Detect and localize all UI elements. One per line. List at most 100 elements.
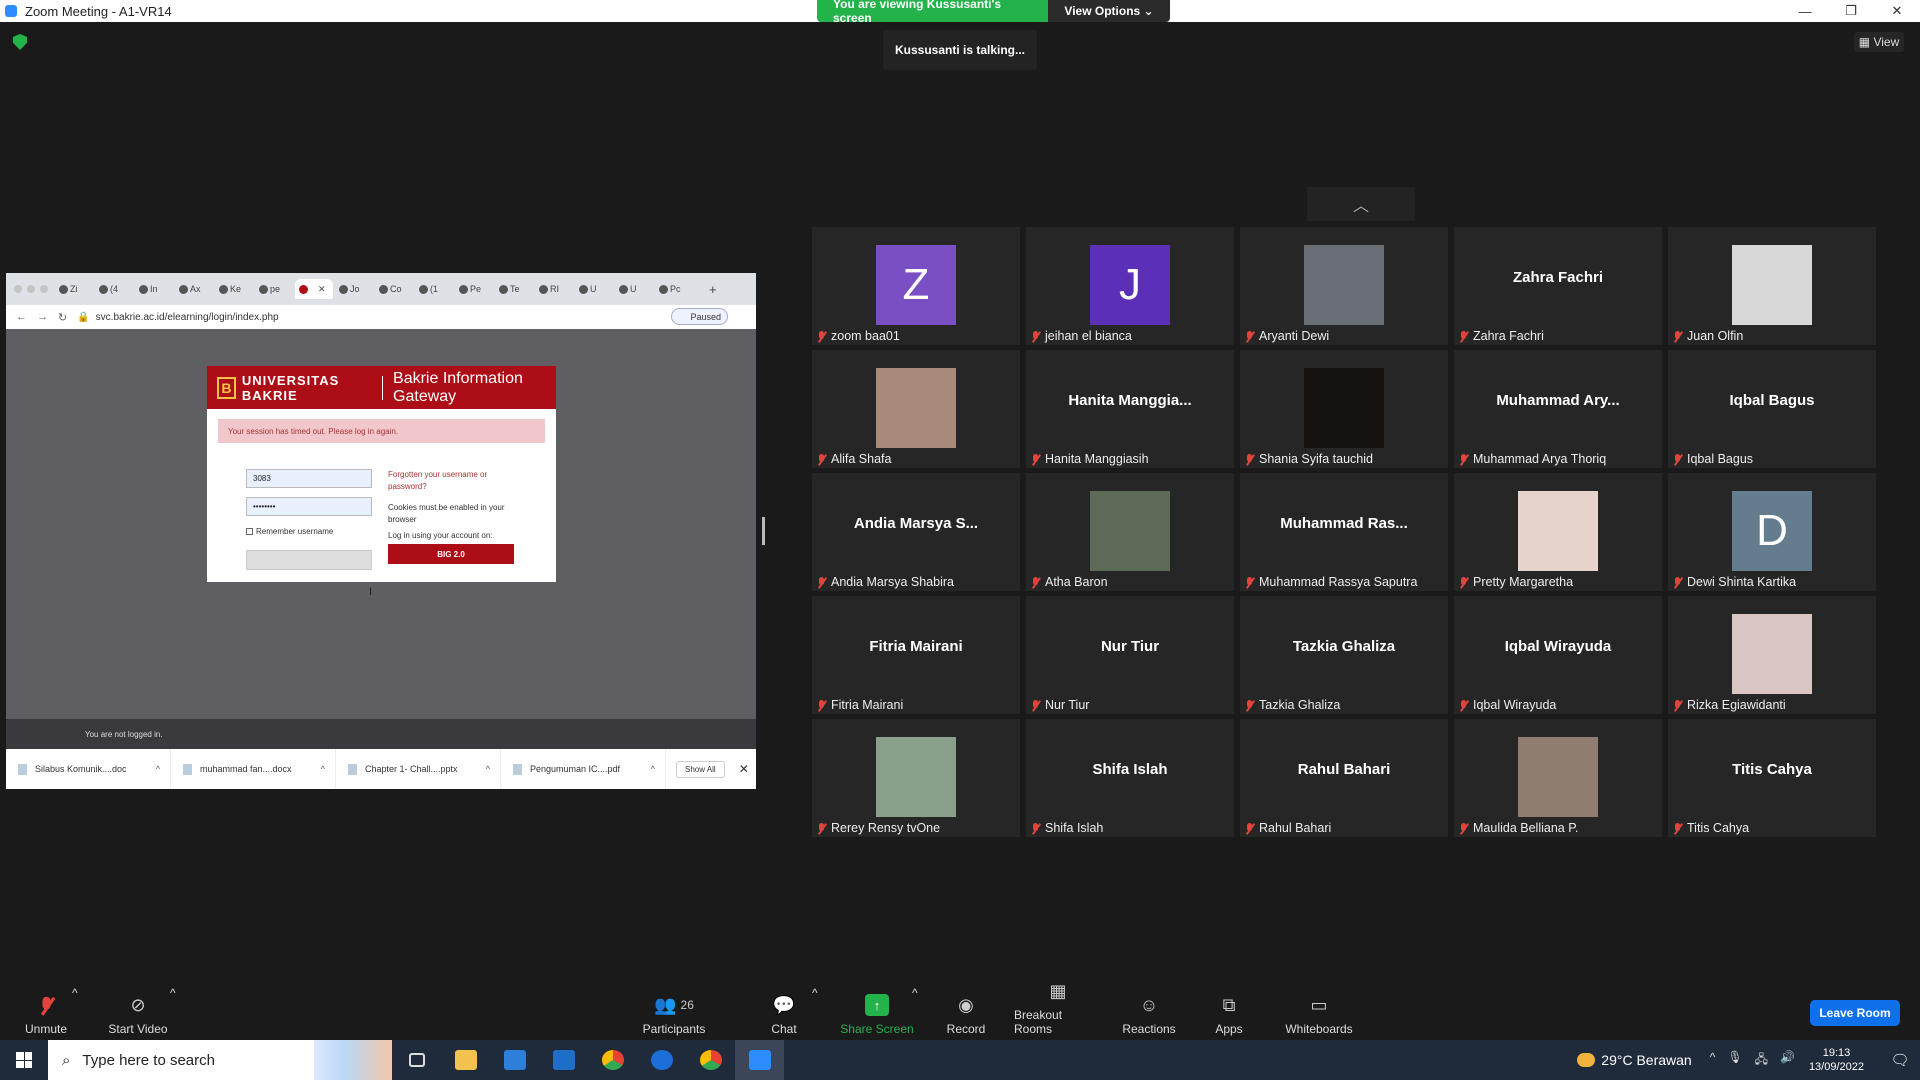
whiteboards-button[interactable]: ▭ Whiteboards [1284,984,1354,1040]
remember-checkbox[interactable] [246,528,253,535]
participant-tile[interactable]: Aryanti Dewi [1240,227,1448,345]
browser-tab[interactable]: pe [255,279,293,299]
participant-tile[interactable]: Rizka Egiawidanti [1668,596,1876,714]
gallery-page-up-icon[interactable]: ︿ [1307,187,1415,221]
show-all-button[interactable]: Show All [676,760,725,778]
tray-chevron-icon[interactable]: ^ [1710,1050,1716,1071]
browser-tab[interactable]: Jo [335,279,373,299]
restore-icon[interactable]: ❐ [1828,0,1874,22]
download-item[interactable]: Chapter 1- Chall....pptx ^ [336,749,501,789]
participant-tile[interactable]: Maulida Belliana P. [1454,719,1662,837]
participant-tile[interactable]: Titis Cahya Titis Cahya [1668,719,1876,837]
video-options-caret-icon[interactable]: ^ [170,984,176,1004]
unmute-button[interactable]: Unmute [20,984,72,1040]
participants-button[interactable]: 👥 26 Participants [640,984,708,1040]
teamviewer-icon[interactable] [637,1040,686,1080]
volume-icon[interactable]: 🔊 [1780,1050,1795,1071]
participant-tile[interactable]: Rahul Bahari Rahul Bahari [1240,719,1448,837]
chat-caret-icon[interactable]: ^ [812,984,818,1004]
participant-tile[interactable]: Iqbal Bagus Iqbal Bagus [1668,350,1876,468]
participant-tile[interactable]: Pretty Margaretha [1454,473,1662,591]
participant-tile[interactable]: Alifa Shafa [812,350,1020,468]
participant-tile[interactable]: Muhammad Ras... Muhammad Rassya Saputra [1240,473,1448,591]
participant-tile[interactable]: Hanita Manggia... Hanita Manggiasih [1026,350,1234,468]
start-button[interactable] [0,1040,48,1080]
start-video-button[interactable]: ⊘ Start Video [106,984,170,1040]
participant-tile[interactable]: Zahra Fachri Zahra Fachri [1454,227,1662,345]
browser-tab[interactable]: RI [535,279,573,299]
view-options-button[interactable]: View Options ⌄ [1048,0,1170,22]
store-icon[interactable] [490,1040,539,1080]
view-button[interactable]: ▦ View [1854,32,1904,52]
participant-tile[interactable]: Atha Baron [1026,473,1234,591]
download-item[interactable]: Silabus Komunik....doc ^ [6,749,171,789]
participant-tile[interactable]: Andia Marsya S... Andia Marsya Shabira [812,473,1020,591]
file-explorer-icon[interactable] [441,1040,490,1080]
browser-tab[interactable]: U [575,279,613,299]
audio-options-caret-icon[interactable]: ^ [72,984,78,1004]
participant-tile[interactable]: D Dewi Shinta Kartika [1668,473,1876,591]
browser-tab[interactable]: Te [495,279,533,299]
reactions-button[interactable]: ☺ Reactions [1122,984,1176,1040]
network-icon[interactable]: 🖧 [1755,1050,1768,1071]
participant-tile[interactable]: Tazkia Ghaliza Tazkia Ghaliza [1240,596,1448,714]
back-icon[interactable]: ← [16,311,27,323]
task-view-icon[interactable] [392,1040,441,1080]
download-item[interactable]: Pengumuman IC....pdf ^ [501,749,666,789]
username-field[interactable]: 3083 [246,469,372,488]
microphone-icon[interactable]: 🎙 [1727,1050,1742,1071]
close-downloads-icon[interactable]: ✕ [739,762,749,776]
participant-tile[interactable]: Nur Tiur Nur Tiur [1026,596,1234,714]
breakout-rooms-button[interactable]: ▦ Breakout Rooms [1014,981,1102,1040]
address-bar[interactable]: ← → ↻ 🔒 svc.bakrie.ac.id/elearning/login… [6,305,756,329]
browser-tab[interactable]: (1 [415,279,453,299]
browser-tab[interactable]: U [615,279,653,299]
browser-tab[interactable]: Ke [215,279,253,299]
apps-button[interactable]: ⧉ Apps [1214,984,1244,1040]
download-menu-caret-icon[interactable]: ^ [321,764,325,774]
participant-tile[interactable]: Shania Syifa tauchid [1240,350,1448,468]
close-window-icon[interactable]: ✕ [1874,0,1920,22]
browser-tab[interactable]: Pe [455,279,493,299]
chat-button[interactable]: 💬 Chat [768,984,800,1040]
zoom-taskbar-icon[interactable] [735,1040,784,1080]
record-button[interactable]: ◉ Record [946,984,986,1040]
profile-paused-badge[interactable]: Paused [671,308,728,325]
participant-tile[interactable]: Muhammad Ary... Muhammad Arya Thoriq [1454,350,1662,468]
browser-tab[interactable]: (4 [95,279,133,299]
taskbar-clock[interactable]: 19:13 13/09/2022 [1809,1046,1864,1074]
participant-tile[interactable]: Rerey Rensy tvOne [812,719,1020,837]
mail-icon[interactable] [539,1040,588,1080]
forward-icon[interactable]: → [37,311,48,323]
participant-tile[interactable]: Shifa Islah Shifa Islah [1026,719,1234,837]
browser-tab[interactable]: Co [375,279,413,299]
download-menu-caret-icon[interactable]: ^ [486,764,490,774]
minimize-icon[interactable]: — [1782,0,1828,22]
participant-tile[interactable]: Fitria Mairani Fitria Mairani [812,596,1020,714]
notification-icon[interactable]: 🗨 [1880,1040,1920,1080]
new-tab-icon[interactable]: + [709,282,717,297]
leave-room-button[interactable]: Leave Room [1810,1000,1900,1026]
participant-tile[interactable]: Iqbal Wirayuda Iqbal Wirayuda [1454,596,1662,714]
chrome-icon[interactable] [588,1040,637,1080]
participant-tile[interactable]: Zzoom baa01 [812,227,1020,345]
big-login-button[interactable]: BIG 2.0 [388,544,514,564]
chrome-profile-icon[interactable] [686,1040,735,1080]
forgot-link[interactable]: Forgotten your username or password? [388,469,508,493]
login-submit-button[interactable] [246,550,372,570]
shared-screen[interactable]: Zi (4 In Ax Ke pe ✕ Jo Co (1 Pe Te RI U U Pc + ← → ↻ 🔒 … [6,273,756,789]
password-field[interactable]: •••••••• [246,497,372,516]
download-menu-caret-icon[interactable]: ^ [651,764,655,774]
close-tab-icon[interactable]: ✕ [318,284,326,295]
taskbar-search[interactable]: ⌕ Type here to search [48,1040,392,1080]
download-item[interactable]: muhammad fan....docx ^ [171,749,336,789]
download-menu-caret-icon[interactable]: ^ [156,764,160,774]
browser-tab[interactable]: Zi [55,279,93,299]
share-screen-button[interactable]: ↑ Share Screen [840,984,914,1040]
browser-tab[interactable]: ✕ [295,279,333,299]
browser-tab[interactable]: Pc [655,279,693,299]
encryption-shield-icon[interactable] [13,34,27,50]
weather-widget[interactable]: 29°C Berawan [1577,1052,1692,1068]
browser-tab[interactable]: In [135,279,173,299]
share-caret-icon[interactable]: ^ [912,984,918,1004]
